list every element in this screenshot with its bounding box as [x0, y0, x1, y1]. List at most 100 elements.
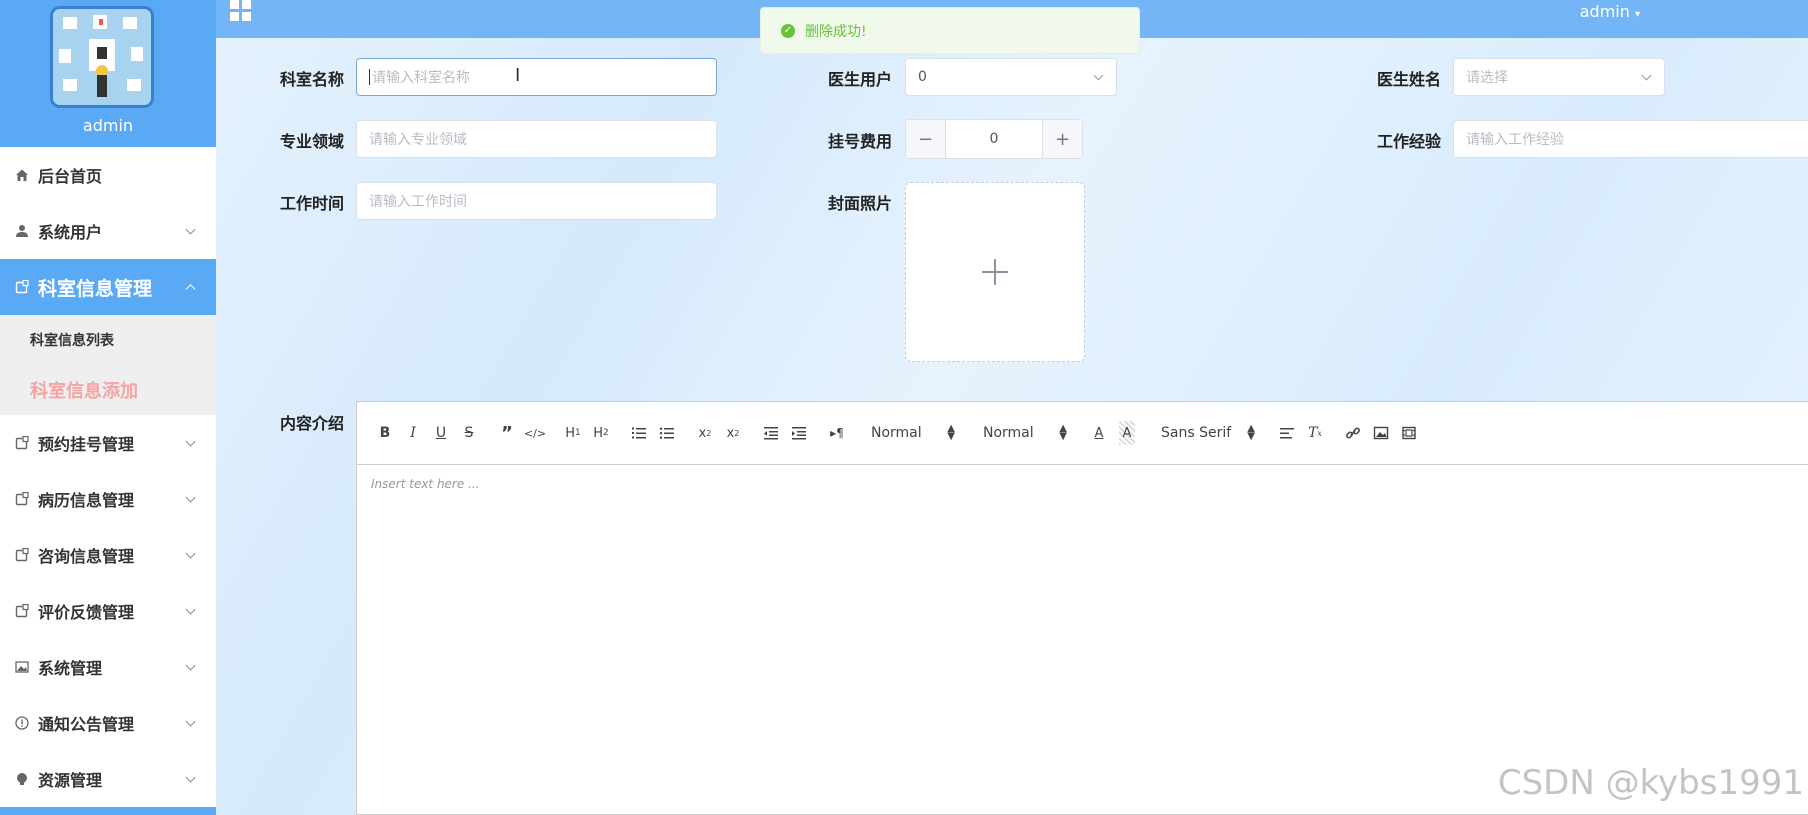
sidebar-item-appointment[interactable]: 预约挂号管理: [0, 415, 216, 471]
chevron-down-icon: [185, 660, 196, 671]
experience-placeholder: 请输入工作经验: [1466, 132, 1564, 148]
chevron-down-icon: [185, 772, 196, 783]
doc-icon: [14, 603, 30, 619]
subscript-icon[interactable]: x2: [691, 421, 719, 445]
sidebar-item-label: 后台首页: [38, 167, 103, 186]
sidebar-subitem-dept-list[interactable]: 科室信息列表: [0, 315, 216, 365]
chevron-down-icon: [185, 436, 196, 447]
specialty-input[interactable]: 请输入专业领域: [356, 120, 717, 158]
superscript-icon[interactable]: x2: [719, 421, 747, 445]
ordered-list-icon[interactable]: [625, 421, 653, 445]
align-icon[interactable]: [1273, 421, 1301, 445]
image-icon: [14, 659, 30, 675]
user-icon: [14, 223, 30, 239]
background-color-icon[interactable]: A: [1119, 421, 1135, 445]
sidebar-menu: 后台首页 系统用户 科室信息管理 科室信息列表 科室信息添加 预约挂号管理 病历…: [0, 147, 216, 807]
sidebar-item-label: 科室信息管理: [38, 277, 153, 300]
blockquote-icon[interactable]: ”: [493, 421, 521, 445]
doc-icon: [14, 547, 30, 563]
updown-icon: ▲ ▼: [1247, 423, 1255, 442]
text-color-icon[interactable]: A: [1085, 421, 1113, 445]
experience-input[interactable]: 请输入工作经验: [1453, 120, 1808, 158]
sidebar-item-resources[interactable]: 资源管理: [0, 751, 216, 807]
underline-icon[interactable]: U: [427, 421, 455, 445]
image-icon[interactable]: [1367, 421, 1395, 445]
font-select-value: Sans Serif: [1161, 425, 1232, 441]
updown-icon: ▲ ▼: [1059, 423, 1067, 442]
chevron-down-icon: [1641, 70, 1652, 81]
clear-format-icon[interactable]: Tx: [1301, 421, 1329, 445]
main-content: 科室名称 请输入科室名称 I 医生用户 0 医生姓名 请选择 专业领域 请输入专…: [216, 38, 1808, 815]
code-icon[interactable]: </>: [521, 421, 549, 445]
sidebar-item-notices[interactable]: 通知公告管理: [0, 695, 216, 751]
decrement-button[interactable]: −: [906, 120, 946, 158]
plus-icon: [982, 259, 1008, 285]
chevron-down-icon: [185, 716, 196, 727]
sidebar-item-label: 评价反馈管理: [38, 603, 135, 622]
size-select[interactable]: Normal ▲ ▼: [975, 421, 1075, 445]
admin-dropdown[interactable]: admin ▾: [1580, 2, 1640, 21]
bold-icon[interactable]: B: [371, 421, 399, 445]
check-circle-icon: ✓: [781, 23, 795, 38]
doctor-name-placeholder: 请选择: [1466, 70, 1508, 86]
doc-icon: [14, 279, 30, 295]
sidebar-item-consultation[interactable]: 咨询信息管理: [0, 527, 216, 583]
editor-placeholder: Insert text here ...: [371, 477, 480, 491]
work-time-input[interactable]: 请输入工作时间: [356, 182, 717, 220]
sidebar-item-home[interactable]: 后台首页: [0, 147, 216, 203]
h2-icon[interactable]: H2: [587, 421, 615, 445]
sidebar-footer-bar: [0, 807, 216, 815]
doctor-user-select[interactable]: 0: [905, 58, 1117, 96]
text-cursor: [369, 69, 370, 85]
video-icon[interactable]: [1395, 421, 1423, 445]
outdent-icon[interactable]: [757, 421, 785, 445]
rich-text-editor: B I U S ” </> H1 H2 x2 x2 ▸¶ Normal ▲ ▼ …: [356, 401, 1808, 815]
chevron-down-icon: [185, 224, 196, 235]
h1-icon[interactable]: H1: [559, 421, 587, 445]
work-time-placeholder: 请输入工作时间: [369, 194, 467, 210]
doctor-user-value: 0: [918, 69, 927, 85]
increment-button[interactable]: +: [1042, 120, 1082, 158]
sidebar-item-label: 咨询信息管理: [38, 547, 135, 566]
dept-name-label: 科室名称: [280, 70, 345, 89]
sidebar-item-label: 病历信息管理: [38, 491, 135, 510]
sidebar-item-label: 系统用户: [38, 223, 103, 242]
font-select[interactable]: Sans Serif ▲ ▼: [1153, 421, 1263, 445]
sidebar-item-medical-records[interactable]: 病历信息管理: [0, 471, 216, 527]
strike-icon[interactable]: S: [455, 421, 483, 445]
dept-name-placeholder: 请输入科室名称: [372, 70, 470, 86]
doctor-name-label: 医生姓名: [1377, 70, 1442, 89]
sidebar-item-system-users[interactable]: 系统用户: [0, 203, 216, 259]
header-select-value: Normal: [871, 425, 922, 441]
dept-name-input[interactable]: 请输入科室名称 I: [356, 58, 717, 96]
editor-toolbar: B I U S ” </> H1 H2 x2 x2 ▸¶ Normal ▲ ▼ …: [357, 402, 1808, 465]
home-icon: [14, 167, 30, 183]
bullet-list-icon[interactable]: [653, 421, 681, 445]
text-direction-icon[interactable]: ▸¶: [823, 421, 851, 445]
sidebar-item-dept-info[interactable]: 科室信息管理: [0, 259, 216, 315]
sidebar-subitem-dept-add[interactable]: 科室信息添加: [0, 365, 216, 415]
link-icon[interactable]: [1339, 421, 1367, 445]
cover-upload[interactable]: [905, 182, 1085, 362]
chevron-down-icon: [185, 492, 196, 503]
sidebar-item-feedback[interactable]: 评价反馈管理: [0, 583, 216, 639]
avatar[interactable]: [50, 6, 154, 108]
watermark: CSDN @kybs1991: [1497, 763, 1804, 803]
chevron-down-icon: [185, 548, 196, 559]
specialty-placeholder: 请输入专业领域: [369, 132, 467, 148]
header-select[interactable]: Normal ▲ ▼: [863, 421, 963, 445]
size-select-value: Normal: [983, 425, 1034, 441]
sidebar-item-label: 通知公告管理: [38, 715, 135, 734]
work-time-label: 工作时间: [280, 194, 345, 213]
sidebar-submenu: 科室信息列表 科室信息添加: [0, 315, 216, 415]
updown-icon: ▲ ▼: [947, 423, 955, 442]
editor-content-area[interactable]: Insert text here ...: [357, 465, 1808, 503]
sidebar-item-system-admin[interactable]: 系统管理: [0, 639, 216, 695]
italic-icon[interactable]: I: [399, 421, 427, 445]
menu-toggle-icon[interactable]: [230, 0, 252, 22]
fee-stepper[interactable]: − 0 +: [905, 119, 1083, 159]
doctor-name-select[interactable]: 请选择: [1453, 58, 1665, 96]
mouse-ibeam-icon: I: [515, 65, 521, 86]
sidebar-item-label: 系统管理: [38, 659, 103, 678]
indent-icon[interactable]: [785, 421, 813, 445]
